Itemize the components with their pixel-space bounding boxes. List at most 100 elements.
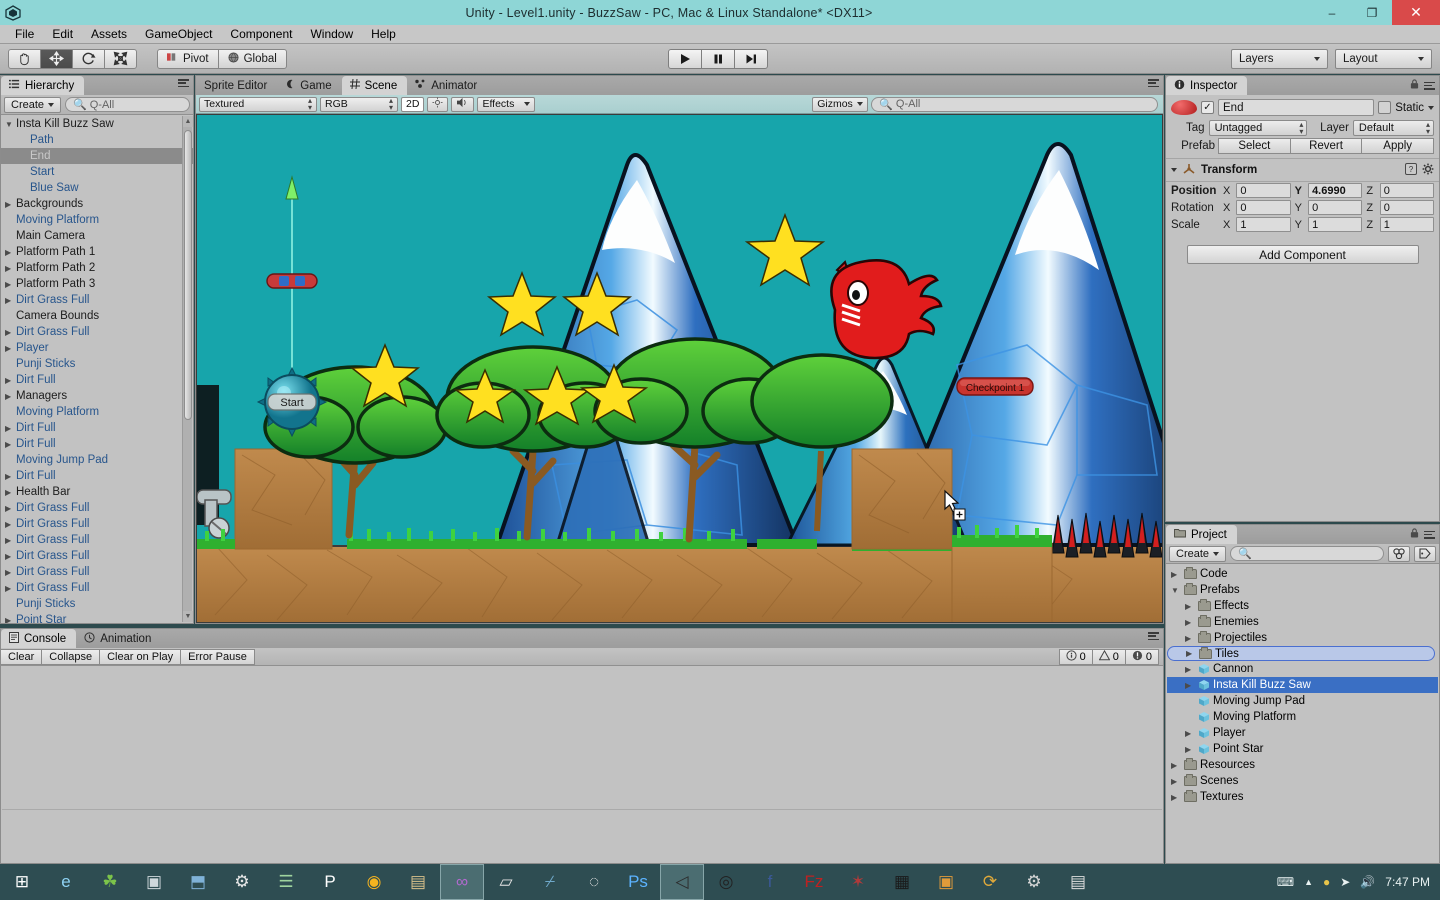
prefab-select-button[interactable]: Select <box>1218 138 1291 154</box>
hierarchy-item[interactable]: ▶ Point Star <box>1 612 193 623</box>
tab-sprite-editor[interactable]: Sprite Editor <box>196 76 277 95</box>
gameobject-active-checkbox[interactable]: ✓ <box>1201 101 1214 114</box>
foldout-closed-icon[interactable]: ▶ <box>5 616 16 624</box>
scroll-down-icon[interactable]: ▼ <box>183 611 193 622</box>
foldout-closed-icon[interactable]: ▶ <box>5 296 16 305</box>
sync-icon[interactable]: ⟳ <box>968 864 1012 900</box>
console-clear-on-play-button[interactable]: Clear on Play <box>99 648 182 665</box>
transform-scale-y-field[interactable]: 1 <box>1308 217 1363 232</box>
menu-file[interactable]: File <box>6 25 43 44</box>
transform-rotation-z-field[interactable]: 0 <box>1379 200 1434 215</box>
project-item[interactable]: ▶ Player <box>1167 725 1438 741</box>
tab-scene[interactable]: Scene <box>341 76 408 95</box>
hierarchy-tree[interactable]: ▼ Insta Kill Buzz Saw Path End Start Blue Saw… <box>1 116 193 623</box>
visual-studio-icon[interactable]: ∞ <box>440 864 484 900</box>
project-item[interactable]: ▶ Insta Kill Buzz Saw <box>1167 677 1438 693</box>
foldout-closed-icon[interactable]: ▶ <box>5 488 16 497</box>
hierarchy-item[interactable]: Path <box>1 132 193 148</box>
foldout-open-icon[interactable]: ▼ <box>1171 586 1181 595</box>
hierarchy-item[interactable]: Moving Jump Pad <box>1 452 193 468</box>
menu-help[interactable]: Help <box>362 25 405 44</box>
prefab-revert-button[interactable]: Revert <box>1289 138 1363 154</box>
global-toggle[interactable]: Global <box>217 48 287 69</box>
foldout-closed-icon[interactable]: ▶ <box>5 376 16 385</box>
hierarchy-item[interactable]: ▶ Dirt Grass Full <box>1 548 193 564</box>
filezilla-icon[interactable]: Fz <box>792 864 836 900</box>
tag-dropdown[interactable]: Untagged ▴ ▾ <box>1208 120 1308 136</box>
hierarchy-item[interactable]: ▶ Managers <box>1 388 193 404</box>
shield-icon[interactable]: ● <box>1323 875 1330 889</box>
internet-explorer-icon[interactable]: e <box>44 864 88 900</box>
help-icon[interactable]: ? <box>1405 162 1417 178</box>
chevron-down-icon[interactable] <box>1428 105 1434 110</box>
scene-audio-toggle[interactable] <box>451 96 475 112</box>
foldout-icon[interactable] <box>1171 168 1177 172</box>
project-item[interactable]: ▶ Code <box>1167 566 1438 582</box>
pause-button[interactable] <box>701 48 735 69</box>
project-item[interactable]: ▶ Cannon <box>1167 661 1438 677</box>
clover-icon[interactable]: ☘ <box>88 864 132 900</box>
console-warning-count[interactable]: 0 <box>1091 648 1126 665</box>
keyboard-icon[interactable]: ⌨ <box>1277 875 1294 889</box>
foldout-closed-icon[interactable]: ▶ <box>5 584 16 593</box>
console-info-count[interactable]: 0 <box>1058 648 1093 665</box>
project-item[interactable]: ▼ Prefabs <box>1167 582 1438 598</box>
scale-tool-icon[interactable] <box>104 48 137 69</box>
foldout-closed-icon[interactable]: ▶ <box>5 392 16 401</box>
tab-inspector[interactable]: Inspector <box>1166 76 1248 95</box>
console-collapse-button[interactable]: Collapse <box>41 648 101 665</box>
transform-component-header[interactable]: Transform ? <box>1166 158 1439 182</box>
steam-icon[interactable]: ⚙ <box>220 864 264 900</box>
hierarchy-item[interactable]: Moving Platform <box>1 404 193 420</box>
project-item[interactable]: ▶ Enemies <box>1167 614 1438 630</box>
project-item[interactable]: Moving Jump Pad <box>1167 693 1438 709</box>
blender-icon[interactable]: ⌿ <box>528 864 572 900</box>
hierarchy-scrollbar[interactable]: ▲ ▼ <box>182 116 193 622</box>
transform-position-z-field[interactable]: 0 <box>1379 183 1434 198</box>
project-item[interactable]: ▶ Effects <box>1167 598 1438 614</box>
unity-icon[interactable]: ◁ <box>660 864 704 900</box>
hierarchy-create-button[interactable]: Create <box>4 96 62 113</box>
hierarchy-item[interactable]: ▶ Dirt Grass Full <box>1 292 193 308</box>
hierarchy-item[interactable]: ▶ Platform Path 1 <box>1 244 193 260</box>
console-log-area[interactable] <box>2 667 1162 862</box>
close-button[interactable]: ✕ <box>1392 0 1440 25</box>
hierarchy-item[interactable]: ▶ Dirt Grass Full <box>1 516 193 532</box>
foldout-closed-icon[interactable]: ▶ <box>1185 681 1195 690</box>
hierarchy-item[interactable]: ▶ Health Bar <box>1 484 193 500</box>
scene-lighting-toggle[interactable] <box>427 96 449 112</box>
paint-icon[interactable]: P <box>308 864 352 900</box>
tab-game[interactable]: Game <box>277 76 341 95</box>
ruby-icon[interactable]: ✶ <box>836 864 880 900</box>
lock-icon[interactable] <box>1410 79 1419 92</box>
foldout-closed-icon[interactable]: ▶ <box>1171 777 1181 786</box>
project-item[interactable]: ▶ Tiles <box>1167 646 1435 661</box>
zbrush-icon[interactable]: ⬒ <box>176 864 220 900</box>
tab-animator[interactable]: Animator <box>407 76 487 95</box>
hierarchy-search-input[interactable]: 🔍 Q-All <box>65 97 190 112</box>
color-mode-dropdown[interactable]: RGB ▴ ▾ <box>320 96 398 112</box>
filter-by-type-icon[interactable] <box>1388 545 1410 562</box>
project-item[interactable]: ▶ Projectiles <box>1167 630 1438 646</box>
foldout-closed-icon[interactable]: ▶ <box>1171 793 1181 802</box>
start-button[interactable]: ⊞ <box>0 864 44 900</box>
pivot-toggle[interactable]: Pivot <box>157 48 219 69</box>
transform-position-y-field[interactable]: 4.6990 <box>1308 183 1363 198</box>
screenshot-icon[interactable]: ▤ <box>396 864 440 900</box>
gizmos-dropdown[interactable]: Gizmos <box>812 96 869 112</box>
foldout-closed-icon[interactable]: ▶ <box>5 568 16 577</box>
gizmo-search-input[interactable]: 🔍 Q-All <box>871 96 1158 112</box>
hierarchy-item[interactable]: ▶ Platform Path 3 <box>1 276 193 292</box>
facebook-icon[interactable]: f <box>748 864 792 900</box>
draw-mode-dropdown[interactable]: Textured ▴ ▾ <box>199 96 317 112</box>
tab-hierarchy[interactable]: Hierarchy <box>1 76 85 95</box>
project-item[interactable]: ▶ Scenes <box>1167 773 1438 789</box>
console-error-pause-button[interactable]: Error Pause <box>180 648 255 665</box>
hierarchy-item[interactable]: ▶ Dirt Grass Full <box>1 564 193 580</box>
tab-console[interactable]: Console <box>1 629 77 648</box>
layers-dropdown[interactable]: Layers <box>1231 48 1328 69</box>
foldout-closed-icon[interactable]: ▶ <box>5 424 16 433</box>
foldout-closed-icon[interactable]: ▶ <box>5 280 16 289</box>
move-tool-icon[interactable] <box>40 48 73 69</box>
volume-icon[interactable]: 🔊 <box>1360 875 1375 889</box>
